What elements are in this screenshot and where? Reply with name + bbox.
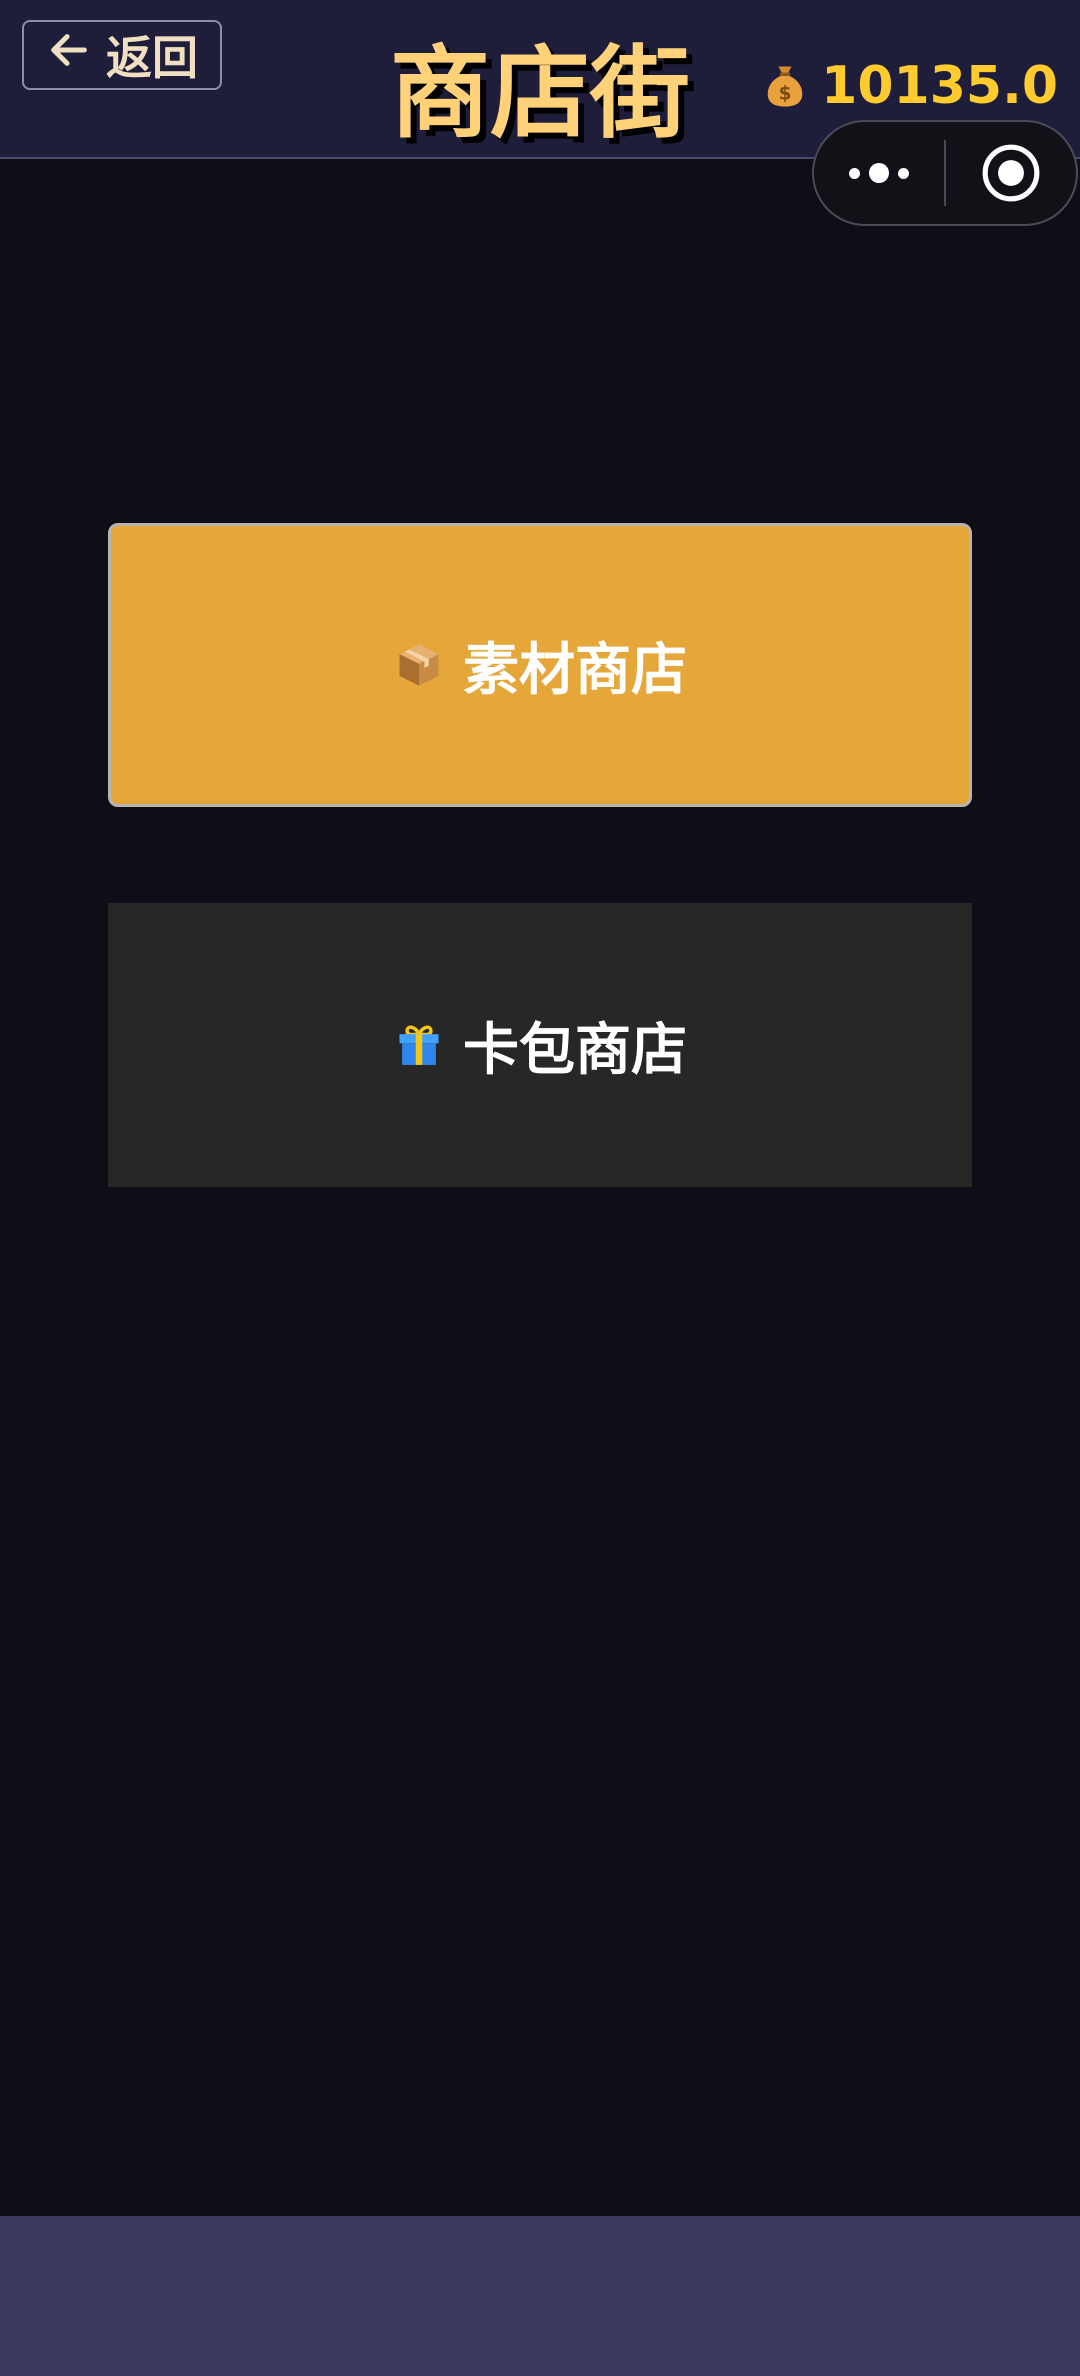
more-dots-icon[interactable] bbox=[814, 122, 944, 224]
package-icon bbox=[393, 639, 445, 691]
svg-text:$: $ bbox=[779, 83, 792, 104]
target-close-icon[interactable] bbox=[946, 122, 1076, 224]
gift-icon bbox=[393, 1019, 445, 1071]
material-shop-button[interactable]: 素材商店 bbox=[108, 523, 972, 807]
material-shop-label: 素材商店 bbox=[463, 637, 687, 703]
coin-amount: 10135.0 bbox=[821, 56, 1058, 116]
bottom-bar bbox=[0, 2216, 1080, 2376]
cardpack-shop-label: 卡包商店 bbox=[463, 1017, 687, 1083]
cardpack-shop-button[interactable]: 卡包商店 bbox=[108, 903, 972, 1187]
mini-program-capsule bbox=[812, 120, 1078, 226]
money-bag-icon: $ bbox=[759, 60, 811, 112]
coin-balance: $ 10135.0 bbox=[759, 56, 1058, 116]
